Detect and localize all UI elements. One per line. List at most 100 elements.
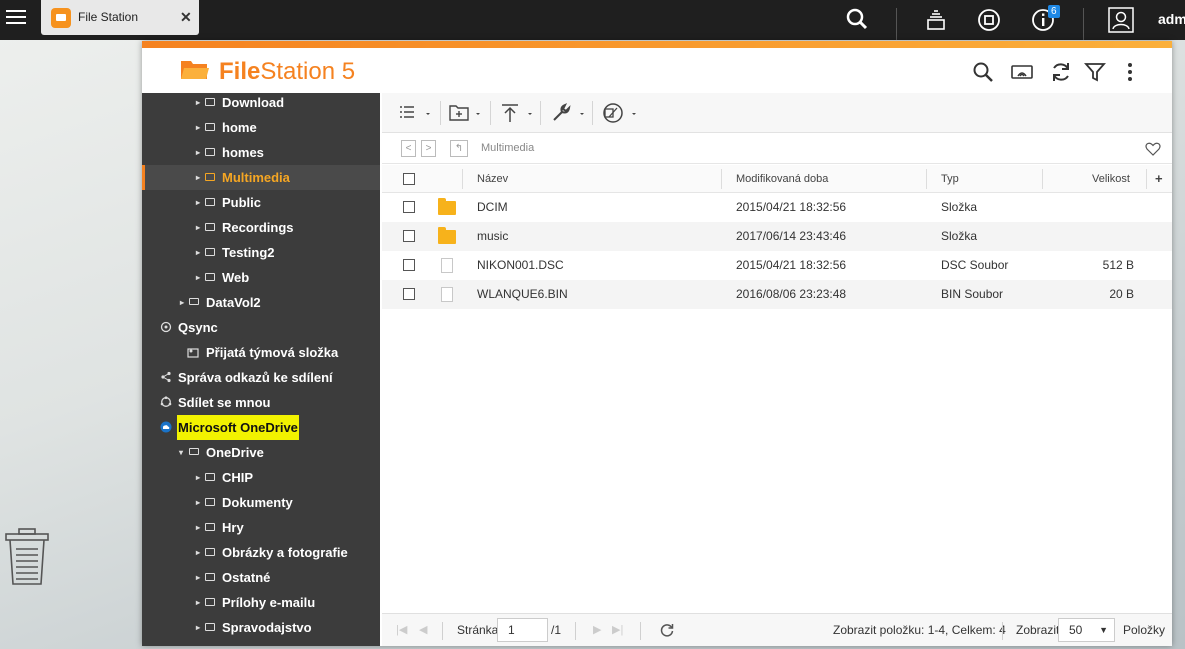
- column-header-type[interactable]: Typ: [941, 165, 959, 193]
- tree-item-label: DataVol2: [206, 295, 261, 310]
- tree-item-download[interactable]: ▸ Download: [142, 93, 380, 115]
- refresh-icon[interactable]: [1050, 61, 1072, 83]
- taskbar-tab-label: File Station: [78, 10, 139, 24]
- taskbar-divider: [1083, 8, 1084, 40]
- user-avatar-icon[interactable]: [1107, 6, 1135, 34]
- file-name[interactable]: NIKON001.DSC: [477, 251, 564, 280]
- task-stack-icon[interactable]: [922, 6, 950, 34]
- user-name[interactable]: admin: [1158, 11, 1185, 27]
- file-name[interactable]: DCIM: [477, 193, 508, 222]
- folder-icon: [205, 273, 215, 281]
- close-icon[interactable]: ✕: [180, 9, 192, 26]
- drive-icon: [189, 448, 199, 455]
- tree-item-public[interactable]: ▸ Public: [142, 190, 380, 215]
- file-name[interactable]: music: [477, 222, 508, 251]
- tree-item-ostatne[interactable]: ▸ Ostatné: [142, 565, 380, 590]
- page-total: /1: [551, 623, 562, 637]
- favorite-heart-icon[interactable]: [1145, 141, 1161, 157]
- hamburger-menu-icon[interactable]: [6, 7, 26, 25]
- column-header-modified[interactable]: Modifikovaná doba: [736, 165, 828, 193]
- view-mode-icon[interactable]: [398, 102, 434, 124]
- folder-icon: [205, 148, 215, 156]
- folder-icon: [205, 523, 215, 531]
- tree-item-received-team-folder[interactable]: Přijatá týmová složka: [142, 340, 380, 365]
- back-button[interactable]: <: [401, 140, 416, 157]
- last-page-icon[interactable]: ▶|: [612, 623, 623, 636]
- breadcrumb[interactable]: Multimedia: [481, 142, 534, 154]
- window-accent-bar: [142, 41, 1172, 48]
- tools-wrench-icon[interactable]: [550, 102, 588, 124]
- row-checkbox[interactable]: [403, 259, 415, 271]
- prev-page-icon[interactable]: ◀: [419, 623, 427, 636]
- select-all-checkbox[interactable]: [403, 173, 415, 185]
- next-page-icon[interactable]: ▶: [593, 623, 601, 636]
- tree-item-shared-with-me[interactable]: Sdílet se mnou: [142, 390, 380, 415]
- team-folder-icon: [187, 348, 199, 358]
- drive-icon: [189, 298, 199, 305]
- tree-item-onedrive[interactable]: ▾ OneDrive: [142, 440, 380, 465]
- page-label: Stránka: [457, 623, 499, 637]
- qsync-icon: [160, 321, 172, 333]
- trash-icon[interactable]: [4, 527, 50, 587]
- create-folder-icon[interactable]: [448, 102, 484, 124]
- tree-item-homes[interactable]: ▸ homes: [142, 140, 380, 165]
- table-row[interactable]: music 2017/06/14 23:43:46 Složka: [382, 222, 1172, 251]
- row-checkbox[interactable]: [403, 288, 415, 300]
- column-header-name[interactable]: Název: [477, 165, 508, 193]
- tree-item-dokumenty[interactable]: ▸ Dokumenty: [142, 490, 380, 515]
- file-modified: 2015/04/21 18:32:56: [736, 258, 847, 272]
- column-divider: [462, 169, 463, 189]
- row-checkbox[interactable]: [403, 201, 415, 213]
- items-per-page-select[interactable]: 50 ▼: [1058, 618, 1115, 642]
- tree-item-chip[interactable]: ▸ CHIP: [142, 465, 380, 490]
- tree-item-microsoft-onedrive[interactable]: Microsoft OneDrive: [142, 415, 380, 440]
- taskbar-divider: [896, 8, 897, 40]
- tree-item-hry[interactable]: ▸ Hry: [142, 515, 380, 540]
- folder-icon: [205, 98, 215, 106]
- forward-button[interactable]: >: [421, 140, 436, 157]
- tree-item-label: Microsoft OneDrive: [177, 415, 299, 440]
- tree-item-datavol2[interactable]: ▸ DataVol2: [142, 290, 380, 315]
- search-icon[interactable]: [972, 61, 994, 83]
- first-page-icon[interactable]: |◀: [396, 623, 407, 636]
- tree-item-label: OneDrive: [206, 445, 264, 460]
- share-link-icon[interactable]: [600, 102, 640, 124]
- taskbar-tab-file-station[interactable]: File Station ✕: [41, 0, 199, 35]
- tree-item-label: Správa odkazů ke sdílení: [178, 370, 333, 385]
- folder-icon: [205, 173, 215, 181]
- refresh-icon[interactable]: [660, 623, 674, 637]
- file-type: DSC Soubor: [941, 258, 1009, 272]
- tree-item-share-link-management[interactable]: Správa odkazů ke sdílení: [142, 365, 380, 390]
- notification-badge: 6: [1048, 5, 1060, 18]
- remote-mount-icon[interactable]: [1011, 61, 1033, 83]
- search-icon[interactable]: [843, 6, 871, 34]
- tree-item-testing2[interactable]: ▸ Testing2: [142, 240, 380, 265]
- tree-item-spravodajstvo[interactable]: ▸ Spravodajstvo: [142, 615, 380, 640]
- table-row[interactable]: WLANQUE6.BIN 2016/08/06 23:23:48 BIN Sou…: [382, 280, 1172, 309]
- tree-item-label: Sdílet se mnou: [178, 395, 271, 410]
- tree-item-qsync[interactable]: Qsync: [142, 315, 380, 340]
- add-column-button[interactable]: +: [1155, 165, 1163, 193]
- tree-item-web[interactable]: ▸ Web: [142, 265, 380, 290]
- file-name[interactable]: WLANQUE6.BIN: [477, 280, 568, 309]
- column-header-size[interactable]: Velikost: [1092, 165, 1130, 193]
- tree-item-prilohy[interactable]: ▸ Prílohy e-mailu: [142, 590, 380, 615]
- more-options-icon[interactable]: [1119, 61, 1141, 83]
- table-row[interactable]: NIKON001.DSC 2015/04/21 18:32:56 DSC Sou…: [382, 251, 1172, 280]
- items-label: Položky: [1123, 623, 1166, 637]
- up-folder-button[interactable]: ↰: [450, 140, 468, 157]
- tree-item-multimedia[interactable]: ▸ Multimedia: [142, 165, 380, 190]
- file-type: Složka: [941, 229, 978, 243]
- cloud-icon: [160, 421, 172, 433]
- filter-icon[interactable]: [1084, 61, 1106, 83]
- page-number-input[interactable]: 1: [497, 618, 548, 642]
- tree-item-recordings[interactable]: ▸ Recordings: [142, 215, 380, 240]
- tree-item-home[interactable]: ▸ home: [142, 115, 380, 140]
- upload-icon[interactable]: [498, 102, 536, 124]
- row-checkbox[interactable]: [403, 230, 415, 242]
- display-info: Zobrazit položku: 1-4, Celkem: 4: [833, 623, 1006, 637]
- backup-sync-icon[interactable]: [975, 6, 1003, 34]
- tree-item-obrazky[interactable]: ▸ Obrázky a fotografie: [142, 540, 380, 565]
- column-divider: [1042, 169, 1043, 189]
- table-row[interactable]: DCIM 2015/04/21 18:32:56 Složka: [382, 193, 1172, 222]
